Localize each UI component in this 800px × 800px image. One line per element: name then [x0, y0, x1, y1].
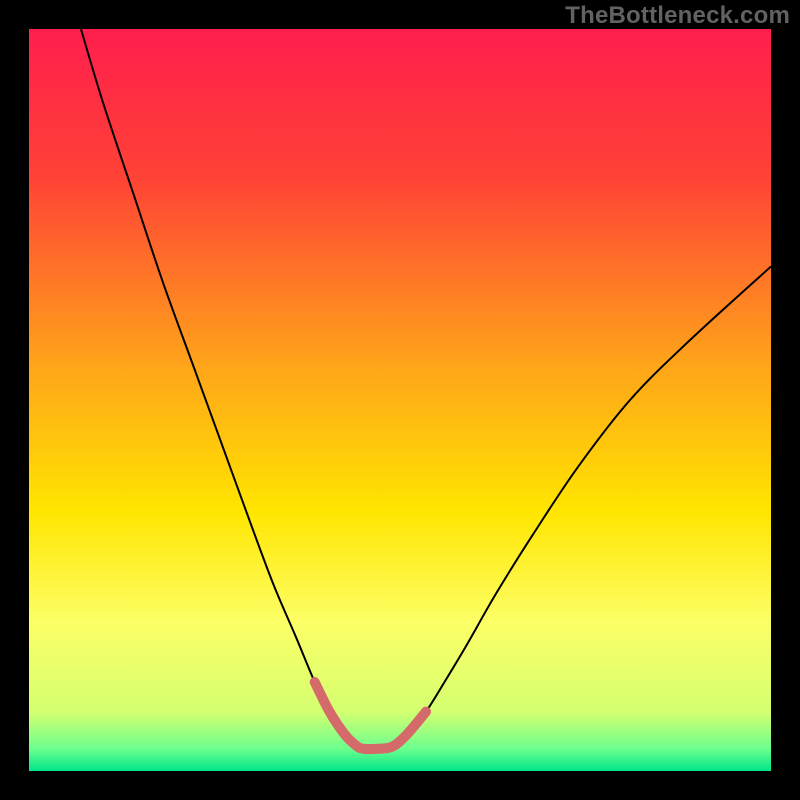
bottleneck-chart [29, 29, 771, 771]
gradient-background [29, 29, 771, 771]
plot-area [29, 29, 771, 771]
watermark-text: TheBottleneck.com [565, 2, 790, 30]
chart-frame: TheBottleneck.com [0, 0, 800, 800]
